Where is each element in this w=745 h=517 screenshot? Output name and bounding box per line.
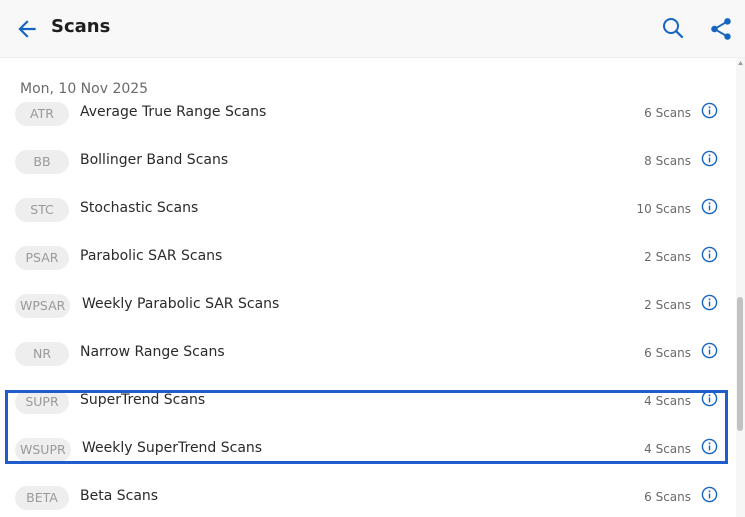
list-item[interactable]: BB Bollinger Band Scans 8 Scans [0, 138, 735, 186]
app-header: Scans [0, 0, 745, 58]
scan-badge: WPSAR [15, 294, 71, 318]
list-item[interactable]: SUPR SuperTrend Scans 4 Scans [0, 378, 735, 426]
scan-badge: BB [15, 150, 69, 174]
list-item[interactable]: WPSAR Weekly Parabolic SAR Scans 2 Scans [0, 282, 735, 330]
info-button[interactable] [701, 486, 718, 503]
info-circle-icon [701, 102, 718, 119]
info-button[interactable] [701, 198, 718, 215]
scan-count: 4 Scans [644, 394, 691, 408]
scan-name: Weekly SuperTrend Scans [82, 440, 263, 456]
scan-count: 4 Scans [644, 442, 691, 456]
scan-name: SuperTrend Scans [80, 392, 206, 408]
info-circle-icon [701, 342, 718, 359]
scan-count: 10 Scans [636, 202, 691, 216]
info-circle-icon [701, 198, 718, 215]
scan-badge: PSAR [15, 246, 69, 270]
scan-name: Narrow Range Scans [80, 344, 225, 360]
info-circle-icon [701, 486, 718, 503]
scan-name: Weekly Parabolic SAR Scans [82, 296, 280, 312]
page-title: Scans [51, 16, 111, 37]
scan-name: Parabolic SAR Scans [80, 248, 223, 264]
info-button[interactable] [701, 102, 718, 119]
info-button[interactable] [701, 294, 718, 311]
scan-name: Stochastic Scans [80, 200, 199, 216]
scan-count: 2 Scans [644, 298, 691, 312]
scan-list: Mon, 10 Nov 2025 ATR Average True Range S… [0, 58, 735, 517]
info-button[interactable] [701, 246, 718, 263]
info-button[interactable] [701, 150, 718, 167]
info-button[interactable] [701, 390, 718, 407]
list-item[interactable]: ATR Average True Range Scans 6 Scans [0, 90, 735, 138]
arrow-left-icon [18, 20, 36, 38]
scan-badge: BETA [15, 486, 69, 510]
scan-name: Average True Range Scans [80, 104, 267, 120]
scrollbar[interactable] [736, 58, 745, 517]
search-icon [663, 18, 684, 39]
scan-count: 6 Scans [644, 490, 691, 504]
list-item[interactable]: NR Narrow Range Scans 6 Scans [0, 330, 735, 378]
scan-count: 6 Scans [644, 346, 691, 360]
info-circle-icon [701, 294, 718, 311]
info-circle-icon [701, 246, 718, 263]
share-icon [711, 18, 731, 40]
scan-badge: ATR [15, 102, 69, 126]
list-item[interactable]: BETA Beta Scans 6 Scans [0, 474, 735, 517]
list-item[interactable]: WSUPR Weekly SuperTrend Scans 4 Scans [0, 426, 735, 474]
list-item[interactable]: PSAR Parabolic SAR Scans 2 Scans [0, 234, 735, 282]
scan-name: Bollinger Band Scans [80, 152, 229, 168]
info-circle-icon [701, 150, 718, 167]
info-button[interactable] [701, 438, 718, 455]
back-button[interactable] [14, 16, 40, 42]
scan-badge: STC [15, 198, 69, 222]
scan-badge: NR [15, 342, 69, 366]
scan-count: 6 Scans [644, 106, 691, 120]
share-button[interactable] [708, 16, 734, 42]
scan-count: 8 Scans [644, 154, 691, 168]
scan-count: 2 Scans [644, 250, 691, 264]
info-button[interactable] [701, 342, 718, 359]
scan-name: Beta Scans [80, 488, 159, 504]
scroll-up-arrow-icon[interactable] [736, 58, 745, 68]
info-circle-icon [701, 390, 718, 407]
scrollbar-thumb[interactable] [737, 297, 743, 431]
info-circle-icon [701, 438, 718, 455]
scan-badge: SUPR [15, 390, 69, 414]
list-item[interactable]: STC Stochastic Scans 10 Scans [0, 186, 735, 234]
search-button[interactable] [661, 16, 685, 40]
scan-badge: WSUPR [15, 438, 71, 462]
